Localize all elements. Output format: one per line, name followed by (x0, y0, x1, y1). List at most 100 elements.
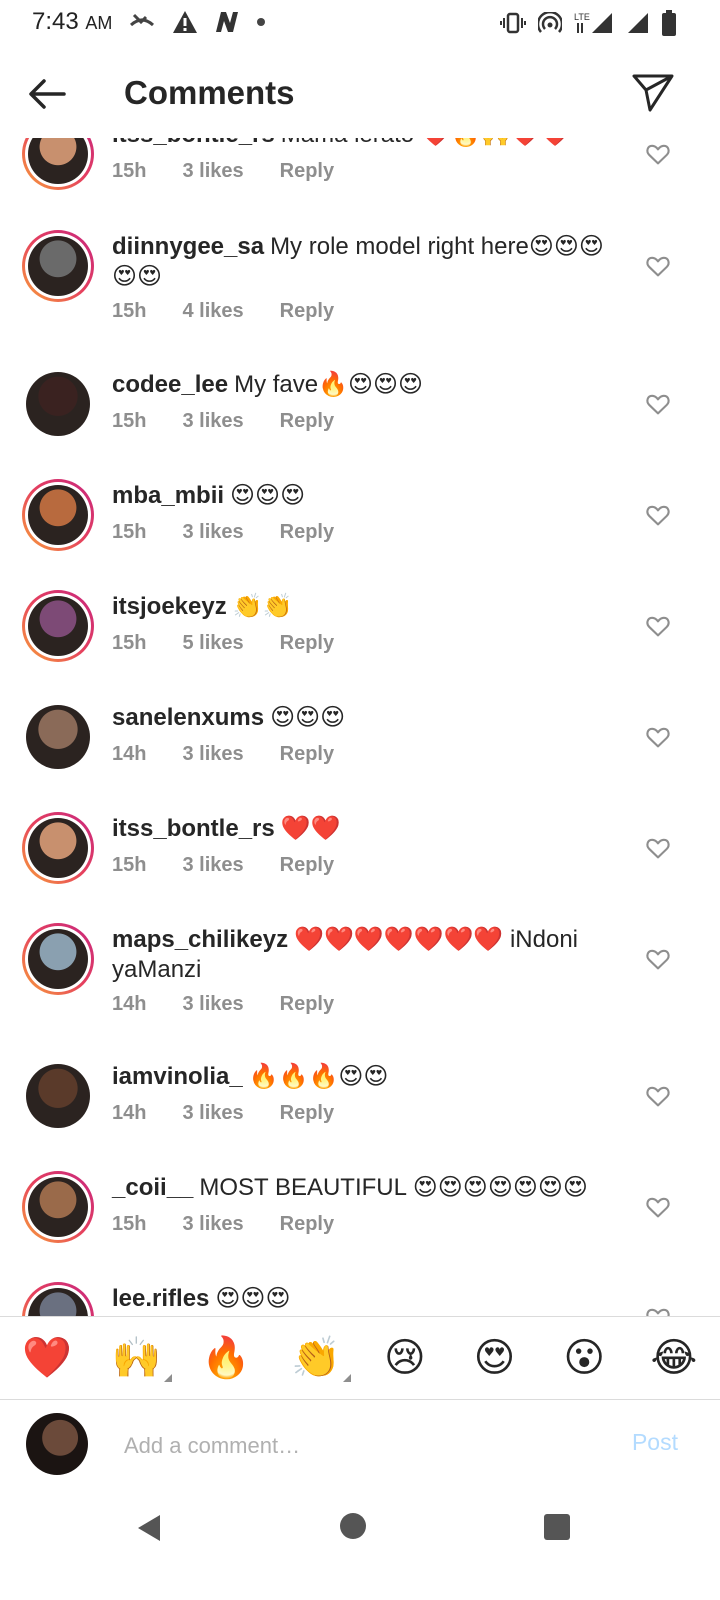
nav-home-icon[interactable] (340, 1513, 366, 1539)
reply-button[interactable]: Reply (280, 743, 334, 766)
nav-recents-icon[interactable] (544, 1514, 570, 1540)
status-left-icons (128, 10, 266, 34)
comment-item[interactable]: itsjoekeyz 👏👏 15h 5 likes Reply (0, 588, 720, 698)
comment-username[interactable]: lee.rifles (112, 1285, 209, 1312)
comment-composer: Post (0, 1401, 720, 1487)
comment-item[interactable]: codee_lee My fave🔥😍😍😍 15h 3 likes Reply (0, 366, 720, 476)
heart-outline-icon (646, 1197, 670, 1218)
comment-username[interactable]: diinnygee_sa (112, 233, 264, 260)
avatar[interactable] (22, 1171, 94, 1243)
post-button[interactable]: Post (632, 1429, 678, 1456)
emoji-heart-eyes-button[interactable]: 😍 (471, 1334, 519, 1382)
nav-back-icon[interactable] (134, 1513, 164, 1543)
emoji-glyph: 😍 (473, 1336, 516, 1380)
comment-text: _coii__ MOST BEAUTIFUL 😍😍😍😍😍😍😍 (112, 1173, 612, 1203)
reply-button[interactable]: Reply (280, 410, 334, 433)
like-comment-button[interactable] (644, 501, 672, 529)
avatar[interactable] (22, 590, 94, 662)
comment-body: 😍😍😍 (230, 482, 306, 509)
comment-username[interactable]: itsjoekeyz (112, 593, 227, 620)
emoji-clap-button[interactable]: 👏 (291, 1334, 352, 1382)
like-comment-button[interactable] (644, 1193, 672, 1221)
avatar[interactable] (26, 705, 90, 769)
comment-body: Mama lerato ❤️🔥🙌❤️❤️ (281, 138, 570, 148)
reply-button[interactable]: Reply (280, 854, 334, 877)
emoji-surprised-button[interactable]: 😮 (560, 1334, 608, 1382)
reply-button[interactable]: Reply (280, 632, 334, 655)
comment-likes[interactable]: 3 likes (182, 1213, 243, 1236)
comment-input[interactable] (122, 1425, 586, 1467)
reply-button[interactable]: Reply (280, 1213, 334, 1236)
comment-username[interactable]: itss_bontle_rs (112, 138, 275, 148)
skin-tone-indicator (343, 1374, 352, 1382)
comment-item[interactable]: diinnygee_sa My role model right here😍😍😍😍… (0, 228, 720, 338)
comments-list[interactable]: itss_bontle_rs Mama lerato ❤️🔥🙌❤️❤️ 15h 3 l… (0, 138, 720, 1316)
comment-likes[interactable]: 3 likes (182, 743, 243, 766)
comment-likes[interactable]: 3 likes (182, 410, 243, 433)
like-comment-button[interactable] (644, 390, 672, 418)
avatar[interactable] (26, 372, 90, 436)
comment-likes[interactable]: 5 likes (182, 632, 243, 655)
avatar[interactable] (22, 812, 94, 884)
heart-outline-icon (646, 505, 670, 526)
back-button[interactable] (24, 70, 72, 118)
reply-button[interactable]: Reply (280, 993, 334, 1016)
like-comment-button[interactable] (644, 612, 672, 640)
like-comment-button[interactable] (644, 723, 672, 751)
comment-likes[interactable]: 4 likes (182, 300, 243, 323)
avatar[interactable] (22, 1282, 94, 1316)
avatar[interactable] (22, 923, 94, 995)
like-comment-button[interactable] (644, 945, 672, 973)
avatar[interactable] (22, 138, 94, 190)
like-comment-button[interactable] (644, 834, 672, 862)
emoji-glyph: 👏 (291, 1336, 341, 1380)
comment-likes[interactable]: 3 likes (182, 854, 243, 877)
comment-time: 14h (112, 1102, 147, 1124)
avatar[interactable] (22, 230, 94, 302)
reply-button[interactable]: Reply (280, 1102, 334, 1125)
reply-button[interactable]: Reply (280, 160, 334, 183)
avatar[interactable] (22, 479, 94, 551)
like-comment-button[interactable] (644, 1082, 672, 1110)
emoji-raised-hands-button[interactable]: 🙌 (112, 1334, 172, 1382)
comment-username[interactable]: mba_mbii (112, 482, 224, 509)
comment-username[interactable]: iamvinolia_ (112, 1063, 243, 1090)
reply-button[interactable]: Reply (280, 300, 334, 323)
arrow-left-icon (29, 79, 66, 109)
comment-item[interactable]: sanelenxums 😍😍😍 14h 3 likes Reply (0, 699, 720, 809)
comment-item[interactable]: itss_bontle_rs ❤️❤️ 15h 3 likes Reply (0, 810, 720, 920)
comment-username[interactable]: maps_chilikeyz (112, 926, 288, 953)
comment-item[interactable]: _coii__ MOST BEAUTIFUL 😍😍😍😍😍😍😍 15h 3 likes R… (0, 1169, 720, 1279)
like-comment-button[interactable] (644, 252, 672, 280)
comment-likes[interactable]: 3 likes (182, 1102, 243, 1125)
comment-body: ❤️❤️ (280, 815, 341, 842)
emoji-crying-button[interactable]: 😢 (381, 1334, 429, 1382)
like-comment-button[interactable] (644, 140, 672, 168)
comment-item[interactable]: mba_mbii 😍😍😍 15h 3 likes Reply (0, 477, 720, 587)
comment-username[interactable]: sanelenxums (112, 704, 264, 731)
avatar[interactable] (26, 1064, 90, 1128)
comment-text: itss_bontle_rs Mama lerato ❤️🔥🙌❤️❤️ (112, 138, 612, 150)
share-button[interactable] (628, 68, 676, 116)
comment-username[interactable]: _coii__ (112, 1174, 193, 1201)
comment-likes[interactable]: 3 likes (182, 993, 243, 1016)
comment-username[interactable]: itss_bontle_rs (112, 815, 275, 842)
comment-item[interactable]: iamvinolia_ 🔥🔥🔥😍😍 14h 3 likes Reply (0, 1058, 720, 1168)
emoji-laughing-button[interactable]: 😂 (650, 1334, 698, 1382)
comment-likes[interactable]: 3 likes (182, 160, 243, 183)
emoji-fire-button[interactable]: 🔥 (201, 1334, 251, 1382)
comment-item[interactable]: lee.rifles 😍😍😍 (0, 1280, 720, 1316)
comment-time: 15h (112, 160, 147, 182)
comment-body: 😍😍😍 (270, 704, 346, 731)
comment-username[interactable]: codee_lee (112, 371, 228, 398)
reply-button[interactable]: Reply (280, 521, 334, 544)
emoji-heart-button[interactable]: ❤️ (22, 1334, 72, 1382)
comment-likes[interactable]: 3 likes (182, 521, 243, 544)
comment-text: sanelenxums 😍😍😍 (112, 703, 612, 733)
comment-item[interactable]: itss_bontle_rs Mama lerato ❤️🔥🙌❤️❤️ 15h 3 l… (0, 138, 720, 226)
comment-item[interactable]: maps_chilikeyz ❤️❤️❤️❤️❤️❤️❤️ iNdoni yaMa… (0, 921, 720, 1031)
like-comment-button[interactable] (644, 1304, 672, 1316)
emoji-quick-reactions: ❤️ 🙌 🔥 👏 😢 😍 😮 😂 (0, 1316, 720, 1400)
skin-tone-indicator (163, 1374, 172, 1382)
comment-text: itsjoekeyz 👏👏 (112, 592, 612, 622)
